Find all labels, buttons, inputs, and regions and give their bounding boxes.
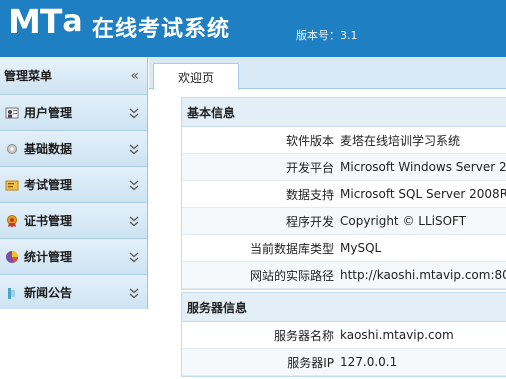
app-title: 在线考试系统: [92, 17, 231, 42]
info-row: 数据支持 Microsoft SQL Server 2008R: [182, 181, 506, 208]
chevron-down-icon: [129, 216, 139, 226]
info-row: 软件版本 麦塔在线培训学习系统: [182, 127, 506, 154]
info-key: 网站的实际路径: [249, 268, 334, 283]
info-key: 服务器IP: [287, 355, 334, 370]
main-area: 欢迎页 基本信息 软件版本 麦塔在线培训学习系统 开发平台 Microsoft …: [149, 57, 506, 379]
info-value: Copyright © LLiSOFT: [340, 214, 467, 228]
server-info-panel: 服务器信息 服务器名称 kaoshi.mtavip.com 服务器IP 127.…: [181, 292, 506, 377]
info-key: 软件版本: [285, 133, 334, 148]
info-value: 127.0.0.1: [340, 355, 398, 369]
info-key: 服务器名称: [273, 328, 334, 343]
logo-a-text: a: [62, 4, 83, 39]
info-value: MySQL: [340, 241, 382, 255]
chevron-down-icon: [129, 108, 139, 118]
info-key: 程序开发: [285, 214, 334, 229]
users-icon: [4, 105, 20, 121]
info-row: 服务器名称 kaoshi.mtavip.com: [182, 322, 506, 349]
gear-icon: [4, 141, 20, 157]
sidebar-item-label: 证书管理: [24, 214, 73, 228]
info-value: 麦塔在线培训学习系统: [340, 133, 461, 148]
sidebar-item-label: 新闻公告: [24, 286, 73, 300]
server-info-title: 服务器信息: [182, 293, 506, 322]
sidebar-item-statistics[interactable]: 统计管理: [0, 239, 147, 275]
pie-chart-icon: [4, 249, 20, 265]
sidebar-item-user-management[interactable]: 用户管理: [0, 95, 147, 131]
info-row: 开发平台 Microsoft Windows Server 2: [182, 154, 506, 181]
info-key: 开发平台: [285, 160, 334, 175]
info-row: 网站的实际路径 http://kaoshi.mtavip.com:80: [182, 262, 506, 289]
sidebar: 管理菜单 « 用户管理 基础数据 考试管理 证书管理 统计管理 新闻公告: [0, 57, 148, 379]
info-key: 数据支持: [285, 187, 334, 202]
info-row: 程序开发 Copyright © LLiSOFT: [182, 208, 506, 235]
chevron-down-icon: [129, 288, 139, 298]
sidebar-item-certificate-management[interactable]: 证书管理: [0, 203, 147, 239]
chevron-down-icon: [129, 180, 139, 190]
info-value: Microsoft SQL Server 2008R: [340, 187, 506, 201]
sidebar-item-label: 基础数据: [24, 142, 73, 156]
version-label: 版本号：3.1: [296, 29, 358, 42]
sidebar-header: 管理菜单 «: [0, 57, 147, 95]
logo: MT a: [8, 4, 83, 40]
info-value: http://kaoshi.mtavip.com:80: [340, 268, 506, 282]
chevron-down-icon: [129, 252, 139, 262]
chevron-down-icon: [129, 144, 139, 154]
sidebar-item-label: 统计管理: [24, 250, 73, 264]
sidebar-title: 管理菜单: [4, 69, 53, 83]
sidebar-item-exam-management[interactable]: 考试管理: [0, 167, 147, 203]
sidebar-item-label: 考试管理: [24, 178, 73, 192]
info-value: kaoshi.mtavip.com: [340, 328, 454, 342]
info-value: Microsoft Windows Server 2: [340, 160, 506, 174]
info-row: 当前数据库类型 MySQL: [182, 235, 506, 262]
tab-welcome[interactable]: 欢迎页: [153, 63, 239, 90]
exam-icon: [4, 177, 20, 193]
collapse-sidebar-icon[interactable]: «: [130, 68, 139, 84]
welcome-content: 基本信息 软件版本 麦塔在线培训学习系统 开发平台 Microsoft Wind…: [149, 90, 506, 379]
basic-info-panel: 基本信息 软件版本 麦塔在线培训学习系统 开发平台 Microsoft Wind…: [181, 97, 506, 290]
info-row: 服务器IP 127.0.0.1: [182, 349, 506, 376]
tab-bar: 欢迎页: [149, 57, 506, 90]
sidebar-item-news[interactable]: 新闻公告: [0, 275, 147, 311]
info-key: 当前数据库类型: [249, 241, 334, 256]
certificate-icon: [4, 213, 20, 229]
basic-info-title: 基本信息: [182, 98, 506, 127]
app-header: MT a 在线考试系统 版本号：3.1: [0, 0, 506, 57]
news-icon: [4, 285, 20, 301]
sidebar-item-basic-data[interactable]: 基础数据: [0, 131, 147, 167]
logo-mt-text: MT: [8, 2, 62, 41]
sidebar-empty-area: [0, 309, 148, 379]
sidebar-item-label: 用户管理: [24, 106, 73, 120]
